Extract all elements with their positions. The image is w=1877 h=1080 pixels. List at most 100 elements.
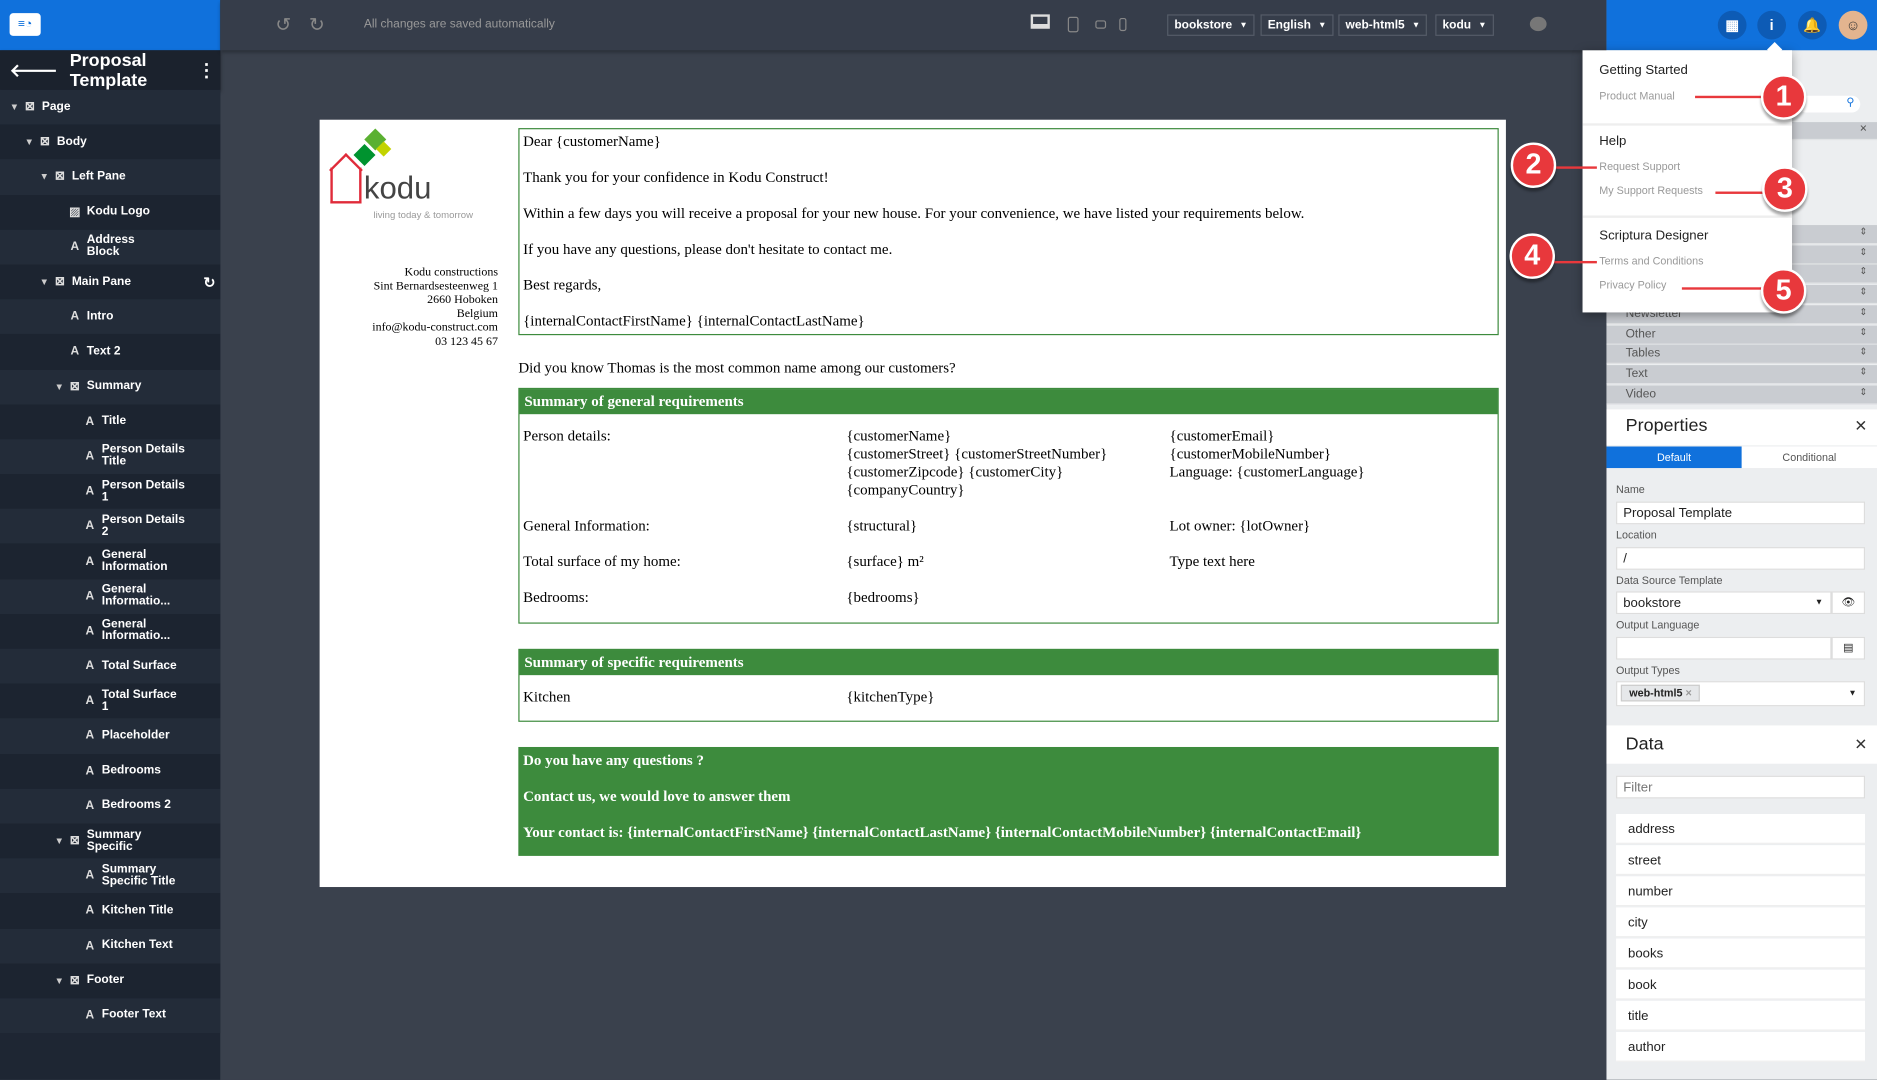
component-category[interactable]: Other ⇕: [1606, 325, 1877, 345]
tree-item[interactable]: A General Informatio...: [0, 613, 221, 649]
tree-item[interactable]: A Address Block: [0, 229, 221, 265]
data-field-item[interactable]: address: [1616, 814, 1866, 844]
tree-item[interactable]: ▼ ⊠ Main Pane ↻: [0, 264, 221, 300]
kodu-logo[interactable]: kodu living today & tomorrow: [328, 128, 484, 224]
data-filter-input[interactable]: [1616, 775, 1866, 799]
components-search-input[interactable]: ⚲: [1797, 95, 1861, 113]
caret-down-icon[interactable]: ▼: [54, 975, 66, 986]
component-category[interactable]: Text ⇕: [1606, 365, 1877, 385]
apps-grid-icon[interactable]: ▦: [1717, 10, 1747, 40]
desktop-view-icon[interactable]: [1030, 14, 1050, 29]
output-types-select[interactable]: web-html5 × ▼: [1616, 681, 1866, 707]
tree-item-label: Kitchen Title: [101, 903, 174, 917]
phone-view-icon[interactable]: [1119, 17, 1127, 32]
tree-item[interactable]: A Title: [0, 404, 221, 440]
caret-down-icon[interactable]: ▼: [54, 381, 66, 392]
menu-item-product-manual[interactable]: Product Manual: [1599, 90, 1674, 102]
close-icon[interactable]: ✕: [1854, 725, 1867, 763]
footer-block[interactable]: Do you have any questions ? Contact us, …: [518, 746, 1499, 856]
data-field-item[interactable]: street: [1616, 845, 1866, 876]
language-select[interactable]: English ▼: [1260, 14, 1334, 36]
tree-item[interactable]: A Bedrooms: [0, 753, 221, 789]
tree-item[interactable]: A Intro: [0, 299, 221, 335]
data-field-item[interactable]: city: [1616, 907, 1866, 938]
caret-down-icon[interactable]: ▼: [40, 277, 52, 288]
menu-item-request-support[interactable]: Request Support: [1599, 160, 1680, 172]
component-category[interactable]: Tables ⇕: [1606, 345, 1877, 365]
tab-default[interactable]: Default: [1606, 446, 1742, 469]
data-field-item[interactable]: author: [1616, 1031, 1866, 1062]
menu-item-privacy-policy[interactable]: Privacy Policy: [1599, 279, 1666, 291]
fun-fact-text[interactable]: Did you know Thomas is the most common n…: [518, 359, 955, 377]
redo-icon[interactable]: ↻: [309, 13, 325, 37]
output-language-label: Output Language: [1616, 618, 1700, 631]
tree-item[interactable]: ▼ ⊠ Left Pane: [0, 159, 221, 195]
info-icon[interactable]: i: [1757, 10, 1787, 40]
tree-item[interactable]: A Total Surface 1: [0, 683, 221, 719]
tree-item[interactable]: A Person Details 2: [0, 509, 221, 544]
tree-item[interactable]: A General Information: [0, 543, 221, 579]
tree-item[interactable]: A Kitchen Title: [0, 893, 221, 929]
more-menu-icon[interactable]: ⋮: [198, 59, 216, 80]
app-logo-icon[interactable]: ≡◔: [9, 13, 41, 36]
intro-block[interactable]: Dear {customerName} Thank you for your co…: [518, 128, 1499, 336]
name-input[interactable]: Proposal Template: [1616, 501, 1866, 525]
close-icon[interactable]: ✕: [1854, 409, 1867, 443]
output-language-input[interactable]: [1616, 636, 1832, 660]
tree-item[interactable]: A Total Surface: [0, 648, 221, 684]
tree-item-label: Person Details Title: [101, 443, 185, 469]
data-field-item[interactable]: books: [1616, 938, 1866, 969]
tree-item[interactable]: A Summary Specific Title: [0, 858, 221, 894]
output-type-chip[interactable]: web-html5 ×: [1620, 684, 1701, 702]
data-source-template-select[interactable]: bookstore ▼: [1616, 591, 1832, 615]
tree-item-label: Summary Specific: [86, 827, 142, 853]
address-block[interactable]: Kodu constructions Sint Bernardsesteenweg…: [372, 266, 498, 349]
tree-item[interactable]: A Person Details 1: [0, 474, 221, 510]
requirement-cell: Type text here: [1169, 553, 1255, 570]
data-field-item[interactable]: book: [1616, 969, 1866, 1000]
component-category[interactable]: Video ⇕: [1606, 385, 1877, 405]
location-input[interactable]: /: [1616, 547, 1866, 570]
tablet-landscape-view-icon[interactable]: [1095, 20, 1107, 29]
chevron-down-icon: ▼: [1239, 20, 1248, 30]
tree-item[interactable]: ▼ ⊠ Body: [0, 124, 221, 160]
tree-item[interactable]: A Bedrooms 2: [0, 788, 221, 824]
theme-select[interactable]: kodu ▼: [1435, 14, 1494, 36]
tree-item[interactable]: A Text 2: [0, 334, 221, 370]
tablet-view-icon[interactable]: [1067, 16, 1079, 33]
caret-down-icon[interactable]: ▼: [54, 836, 66, 847]
output-type-select[interactable]: web-html5 ▼: [1338, 14, 1428, 36]
menu-item-my-support-requests[interactable]: My Support Requests: [1599, 184, 1703, 196]
menu-item-terms-and-conditions[interactable]: Terms and Conditions: [1599, 255, 1703, 267]
general-requirements-block[interactable]: Summary of general requirements Person d…: [518, 387, 1499, 624]
back-arrow-icon[interactable]: 🡐: [10, 59, 58, 81]
tree-item[interactable]: A Placeholder: [0, 718, 221, 754]
caret-down-icon[interactable]: ▼: [10, 102, 22, 113]
language-picker-button[interactable]: ▤: [1831, 636, 1866, 660]
avatar[interactable]: ☺: [1838, 10, 1868, 40]
specific-requirements-block[interactable]: Summary of specific requirements Kitchen…: [518, 648, 1499, 722]
remove-chip-icon[interactable]: ×: [1686, 687, 1692, 699]
tree-item-label: Summary: [86, 379, 142, 393]
data-source-select[interactable]: bookstore ▼: [1167, 14, 1255, 36]
preview-data-button[interactable]: 👁: [1831, 591, 1866, 615]
tree-item[interactable]: A Footer Text: [0, 998, 221, 1034]
tree-item[interactable]: A Person Details Title: [0, 439, 221, 475]
bell-icon[interactable]: 🔔: [1797, 10, 1827, 40]
tree-item[interactable]: ▼ ⊠ Summary Specific: [0, 823, 221, 859]
tree-item[interactable]: ▨ Kodu Logo: [0, 194, 221, 230]
refresh-icon[interactable]: ↻: [203, 274, 215, 291]
tree-item[interactable]: ▼ ⊠ Footer: [0, 963, 221, 999]
undo-icon[interactable]: ↺: [275, 13, 291, 37]
tree-item[interactable]: A General Informatio...: [0, 578, 221, 614]
data-field-item[interactable]: title: [1616, 1000, 1866, 1031]
tree-item-label: Total Surface 1: [101, 688, 177, 714]
caret-down-icon[interactable]: ▼: [25, 137, 37, 148]
preview-eye-icon[interactable]: [1529, 16, 1547, 32]
caret-down-icon[interactable]: ▼: [40, 172, 52, 183]
tree-item[interactable]: ▼ ⊠ Summary: [0, 369, 221, 405]
tab-conditional[interactable]: Conditional: [1741, 446, 1877, 469]
tree-item[interactable]: A Kitchen Text: [0, 928, 221, 964]
tree-item[interactable]: ▼ ⊠ Page: [0, 89, 221, 125]
data-field-item[interactable]: number: [1616, 876, 1866, 907]
